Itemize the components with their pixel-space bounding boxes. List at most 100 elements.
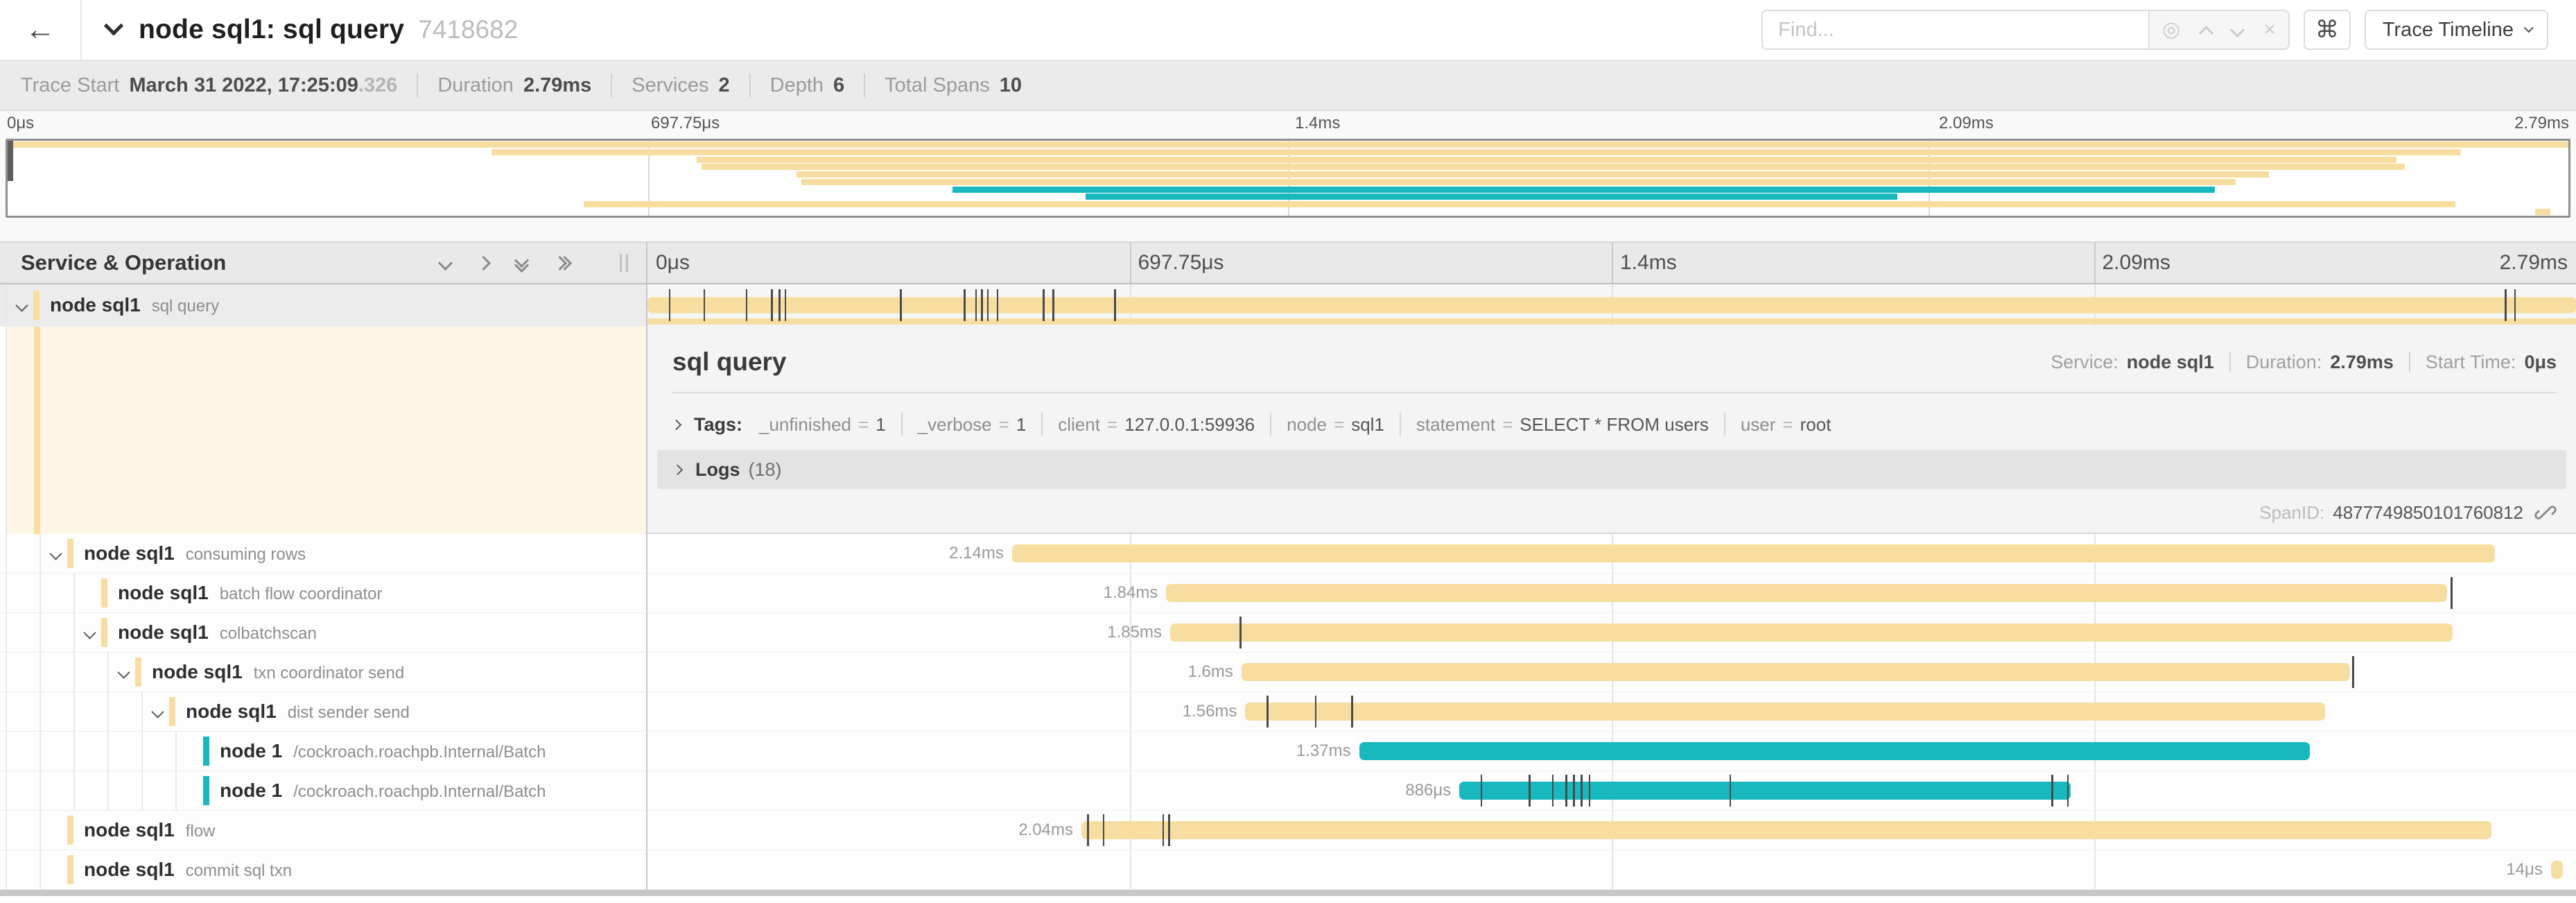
back-arrow-icon[interactable]: ← xyxy=(25,15,55,45)
chevron-right-icon xyxy=(671,419,682,430)
span-bar[interactable] xyxy=(1242,663,2351,681)
find-clear-icon[interactable]: × xyxy=(2263,19,2276,40)
span-tree-cell[interactable]: node 1/cockroach.roachpb.Internal/Batch xyxy=(0,732,647,771)
span-bar[interactable] xyxy=(2551,861,2563,879)
expand-chevron-icon[interactable] xyxy=(151,705,164,718)
find-prev-icon[interactable] xyxy=(2201,25,2211,35)
span-bar[interactable] xyxy=(1359,742,2310,760)
span-tree-cell[interactable]: node sql1txn coordinator send xyxy=(0,653,647,692)
indent-guide xyxy=(40,771,41,810)
expand-one-icon[interactable] xyxy=(478,258,489,268)
locate-icon[interactable]: ◎ xyxy=(2162,19,2180,40)
span-tree-cell[interactable]: node sql1batch flow coordinator xyxy=(0,574,647,613)
span-bar[interactable] xyxy=(647,298,2576,313)
minimap-row xyxy=(8,179,2568,185)
logs-section[interactable]: Logs (18) xyxy=(657,450,2566,489)
span-timeline-cell[interactable]: 2.04ms xyxy=(647,811,2576,850)
span-tree-cell[interactable]: node sql1commit sql txn xyxy=(0,850,647,890)
span-timeline-cell[interactable]: 1.56ms xyxy=(647,692,2576,732)
span-duration-label: 2.14ms xyxy=(949,544,1012,563)
trace-timeline-view-button[interactable]: Trace Timeline xyxy=(2365,10,2548,50)
log-marker-tick xyxy=(987,289,989,321)
log-marker-tick xyxy=(1103,814,1105,846)
span-timeline-cell[interactable] xyxy=(647,284,2576,327)
horizontal-scrollbar[interactable] xyxy=(0,890,2576,896)
expand-chevron-icon[interactable] xyxy=(117,666,130,678)
logs-title: Logs xyxy=(695,459,740,481)
span-tree-cell[interactable]: node 1/cockroach.roachpb.Internal/Batch xyxy=(0,771,647,811)
operation-name: commit sql txn xyxy=(186,861,292,880)
back-button[interactable]: ← xyxy=(0,0,82,60)
span-bar[interactable] xyxy=(1170,624,2453,642)
meta-separator xyxy=(417,74,418,97)
service-name: node sql1txn coordinator send xyxy=(152,661,404,683)
ruler-tick-label: 697.75μs xyxy=(651,114,720,133)
column-resize-handle[interactable] xyxy=(620,254,628,272)
expand-all-icon[interactable] xyxy=(555,258,570,268)
span-timeline-cell[interactable]: 1.6ms xyxy=(647,653,2576,692)
span-bar[interactable] xyxy=(1245,703,2325,721)
expand-chevron-icon[interactable] xyxy=(49,547,62,560)
span-bar[interactable] xyxy=(1166,584,2446,602)
log-marker-tick xyxy=(964,289,966,321)
span-color-bar xyxy=(101,618,107,647)
span-timeline-cell[interactable]: 1.37ms xyxy=(647,732,2576,771)
minimap-drag-handle[interactable] xyxy=(8,141,13,181)
timeline-minimap[interactable] xyxy=(6,139,2570,218)
link-icon[interactable] xyxy=(2534,501,2557,524)
span-timeline-cell[interactable]: 14μs xyxy=(647,850,2576,890)
span-color-bar xyxy=(169,697,175,726)
keyboard-shortcuts-button[interactable]: ⌘ xyxy=(2304,10,2351,50)
indent-guide xyxy=(40,732,41,771)
log-marker-tick xyxy=(1481,775,1483,807)
span-color-bar xyxy=(33,291,40,320)
columns-header: Service & Operation 0μs697.75μs1.4ms2.09… xyxy=(0,241,2576,284)
tags-section[interactable]: Tags: _unfinished=1_verbose=1client=127.… xyxy=(672,404,2557,445)
log-marker-tick xyxy=(975,289,977,321)
span-color-bar xyxy=(203,737,209,766)
operation-name: sql query xyxy=(152,297,219,316)
span-timeline-cell[interactable]: 1.84ms xyxy=(647,574,2576,613)
span-timeline-cell[interactable]: 2.14ms xyxy=(647,534,2576,574)
span-color-bar xyxy=(34,327,40,534)
service-name: node sql1consuming rows xyxy=(84,542,306,565)
expand-chevron-icon[interactable] xyxy=(83,626,96,639)
tag-key: user xyxy=(1741,414,1776,436)
span-detail-meta: Service: node sql1 Duration: 2.79ms Star… xyxy=(2051,352,2557,373)
meta-label: Duration xyxy=(437,74,514,97)
span-color-bar xyxy=(67,855,73,884)
log-marker-tick xyxy=(785,289,787,321)
selected-span-tint xyxy=(7,327,646,534)
minimap-row xyxy=(8,141,2568,148)
timeline-ruler: 0μs697.75μs1.4ms2.09ms2.79ms xyxy=(647,243,2576,283)
tag-equals: = xyxy=(858,414,869,436)
collapse-trace-chevron-icon[interactable] xyxy=(104,16,123,35)
span-bar[interactable] xyxy=(1081,821,2491,839)
indent-guide xyxy=(73,732,75,771)
span-tree-cell[interactable]: node sql1dist sender send xyxy=(0,692,647,732)
span-timeline-cell[interactable]: 886μs xyxy=(647,771,2576,811)
timeline-gridline xyxy=(2094,850,2096,889)
span-bar[interactable] xyxy=(1012,544,2495,562)
span-timeline-cell[interactable]: 1.85ms xyxy=(647,613,2576,653)
find-next-icon[interactable] xyxy=(2232,25,2243,35)
span-tree-cell[interactable]: node sql1colbatchscan xyxy=(0,613,647,653)
timeline-gridline xyxy=(1130,771,1131,810)
find-input[interactable] xyxy=(1761,10,2150,50)
ruler-tick-line xyxy=(1612,243,1613,283)
tag-separator xyxy=(1270,413,1271,436)
minimap-row xyxy=(8,149,2568,155)
collapse-one-icon[interactable] xyxy=(440,258,451,268)
expand-chevron-icon[interactable] xyxy=(15,299,28,311)
span-tree-cell[interactable]: node sql1consuming rows xyxy=(0,534,647,574)
timeline-gridline xyxy=(1130,732,1131,771)
service-name: node sql1colbatchscan xyxy=(118,621,317,644)
log-marker-tick xyxy=(1114,289,1116,321)
collapse-all-icon[interactable] xyxy=(516,255,527,270)
span-tree-cell[interactable]: node sql1flow xyxy=(0,811,647,850)
indent-guide xyxy=(141,732,143,771)
minimap-span-bar xyxy=(491,149,2461,155)
indent-guide xyxy=(40,653,41,691)
span-bar[interactable] xyxy=(1459,782,2071,800)
span-tree-cell[interactable]: node sql1sql query xyxy=(0,284,647,327)
